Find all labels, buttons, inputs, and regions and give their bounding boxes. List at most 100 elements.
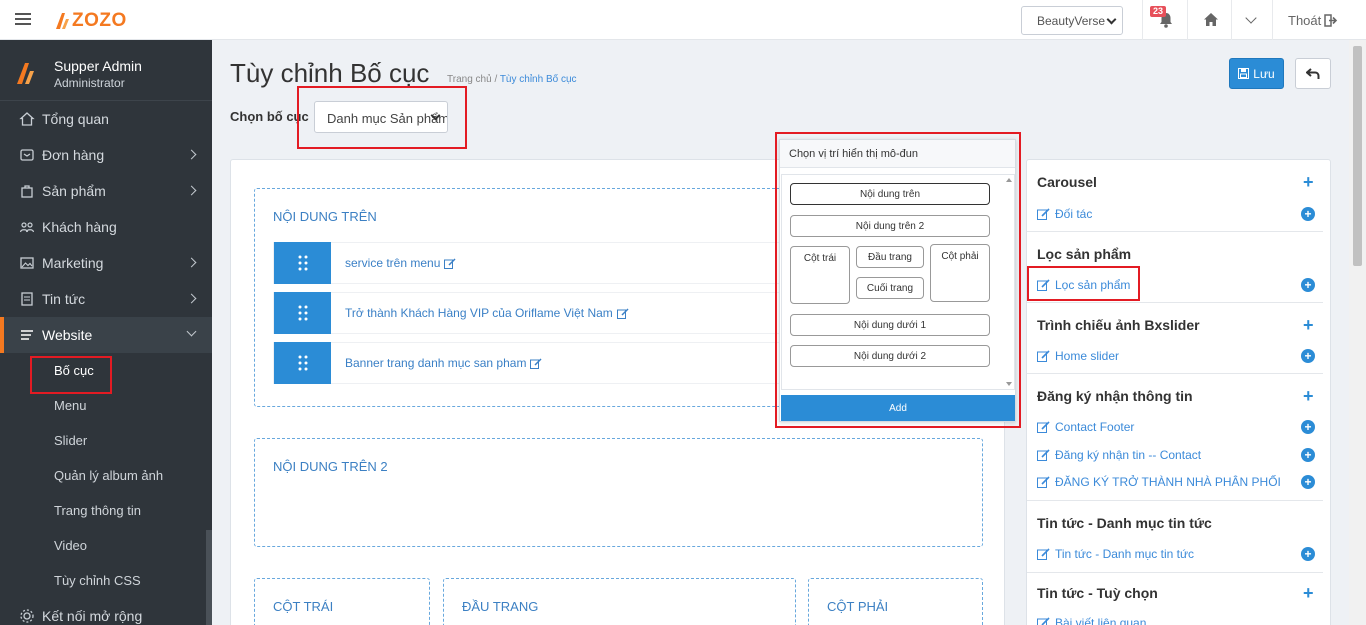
sidebar-item-label: Kết nối mở rộng <box>42 608 143 624</box>
add-circle-icon[interactable]: + <box>1301 207 1315 221</box>
module-group-title: Lọc sản phẩm <box>1037 246 1132 262</box>
page-scrollbar[interactable] <box>1349 40 1366 625</box>
gear-icon <box>20 609 34 623</box>
module-item[interactable]: Home slider <box>1037 349 1119 363</box>
breadcrumb-home[interactable]: Trang chủ <box>447 74 492 85</box>
sidebar-subitem-album[interactable]: Quản lý album ảnh <box>0 458 212 493</box>
sidebar-subitem-video[interactable]: Video <box>0 528 212 563</box>
module-item-label: Đăng ký nhận tin -- Contact <box>1055 448 1202 462</box>
add-circle-icon[interactable]: + <box>1301 448 1315 462</box>
module-group-title: Tin tức - Danh mục tin tức <box>1037 515 1212 531</box>
home-icon[interactable] <box>1203 12 1219 27</box>
sidebar-scrollbar[interactable] <box>206 530 212 625</box>
zone-title: CỘT PHẢI <box>827 599 889 614</box>
logout-button[interactable]: Thoát <box>1288 13 1338 28</box>
sidebar-item-news[interactable]: Tin tức <box>0 281 212 317</box>
module-group-newsletter: Đăng ký nhận thông tin + Contact Footer … <box>1027 374 1323 501</box>
user-name: Supper Admin <box>54 58 142 74</box>
sidebar-item-marketing[interactable]: Marketing <box>0 245 212 281</box>
plus-icon[interactable]: + <box>1303 173 1314 191</box>
breadcrumb: Trang chủ / Tùy chỉnh Bố cục <box>447 74 577 85</box>
edit-icon <box>1037 208 1050 220</box>
chevron-down-icon[interactable] <box>1245 12 1257 24</box>
sidebar-item-label: Đơn hàng <box>42 147 105 163</box>
edit-icon[interactable] <box>444 257 456 269</box>
module-item[interactable]: Contact Footer <box>1037 420 1134 434</box>
sidebar-item-website[interactable]: Website <box>0 317 212 353</box>
module-group-title: Đăng ký nhận thông tin <box>1037 388 1193 404</box>
sidebar-item-customers[interactable]: Khách hàng <box>0 209 212 245</box>
sidebar-subitem-css[interactable]: Tùy chỉnh CSS <box>0 563 212 598</box>
save-label: Lưu <box>1253 66 1275 81</box>
chevron-right-icon <box>186 149 197 160</box>
scrollbar-thumb[interactable] <box>1353 46 1362 266</box>
page-title: Tùy chỉnh Bố cục <box>230 58 430 88</box>
sidebar-item-label: Sản phẩm <box>42 183 106 199</box>
module-item[interactable]: Bài viết liên quan <box>1037 616 1146 625</box>
zone-top-content-2[interactable]: NỘI DUNG TRÊN 2 <box>254 438 983 547</box>
zone-title: CỘT TRÁI <box>273 599 334 614</box>
divider <box>1142 0 1143 40</box>
sidebar-item-overview[interactable]: Tổng quan <box>0 101 212 137</box>
edit-icon[interactable] <box>530 357 542 369</box>
add-circle-icon[interactable]: + <box>1301 475 1315 489</box>
module-group-news-category: Tin tức - Danh mục tin tức Tin tức - Dan… <box>1027 501 1323 573</box>
inbox-icon <box>20 149 34 161</box>
store-select[interactable]: BeautyVerse <box>1021 6 1123 35</box>
drag-handle-icon[interactable] <box>274 342 331 384</box>
user-block: Supper Admin Administrator <box>0 40 212 101</box>
zone-header[interactable]: ĐẦU TRANG <box>443 578 796 625</box>
module-name: Trở thành Khách Hàng VIP của Oriflame Vi… <box>345 306 613 320</box>
edit-icon <box>1037 617 1050 625</box>
module-item-label: Đối tác <box>1055 207 1093 221</box>
plus-icon[interactable]: + <box>1303 316 1314 334</box>
module-item[interactable]: Tin tức - Danh mục tin tức <box>1037 547 1194 561</box>
edit-icon[interactable] <box>616 307 629 319</box>
edit-icon <box>1037 476 1050 488</box>
module-item-label: Bài viết liên quan <box>1055 616 1147 625</box>
sidebar-subitem-slider[interactable]: Slider <box>0 423 212 458</box>
add-circle-icon[interactable]: + <box>1301 547 1315 561</box>
zone-left-column[interactable]: CỘT TRÁI <box>254 578 430 625</box>
hamburger-menu-icon[interactable] <box>15 13 31 27</box>
module-link[interactable]: service trên menu <box>345 256 456 270</box>
zone-right-column[interactable]: CỘT PHẢI <box>808 578 983 625</box>
store-select-value: BeautyVerse <box>1037 14 1106 28</box>
sidebar-item-orders[interactable]: Đơn hàng <box>0 137 212 173</box>
zozo-logo-icon <box>17 63 34 84</box>
bag-icon <box>21 185 33 198</box>
breadcrumb-current[interactable]: Tùy chỉnh Bố cục <box>500 74 577 85</box>
top-bar: ZOZO BeautyVerse 23 Thoát <box>0 0 1366 40</box>
home-icon <box>19 112 35 126</box>
plus-icon[interactable]: + <box>1303 387 1314 405</box>
module-item[interactable]: Đối tác <box>1037 207 1092 221</box>
sidebar-item-label: Tin tức <box>42 291 86 307</box>
module-link[interactable]: Trở thành Khách Hàng VIP của Oriflame Vi… <box>345 306 629 320</box>
module-item[interactable]: Đăng ký nhận tin -- Contact <box>1037 448 1201 462</box>
drag-handle-icon[interactable] <box>274 242 331 284</box>
back-button[interactable] <box>1295 58 1331 89</box>
image-icon <box>20 257 34 269</box>
module-group-news-options: Tin tức - Tuỳ chọn + Bài viết liên quan <box>1027 573 1323 625</box>
module-item[interactable]: ĐĂNG KÝ TRỞ THÀNH NHÀ PHÂN PHỐI <box>1037 475 1281 489</box>
sidebar-subitem-info-page[interactable]: Trang thông tin <box>0 493 212 528</box>
sidebar-item-label: Khách hàng <box>42 219 117 235</box>
sidebar-item-label: Marketing <box>42 255 104 271</box>
module-item-label: Home slider <box>1055 349 1120 363</box>
drag-handle-icon[interactable] <box>274 292 331 334</box>
plus-icon[interactable]: + <box>1303 584 1314 602</box>
chevron-right-icon <box>186 293 197 304</box>
sidebar: Supper Admin Administrator Tổng quan Đơn… <box>0 40 212 625</box>
chevron-right-icon <box>186 257 197 268</box>
add-circle-icon[interactable]: + <box>1301 349 1315 363</box>
divider <box>1272 0 1273 40</box>
module-group-title: Trình chiếu ảnh Bxslider <box>1037 317 1200 333</box>
add-circle-icon[interactable]: + <box>1301 420 1315 434</box>
module-group-title: Tin tức - Tuỳ chọn <box>1037 585 1158 601</box>
sidebar-item-extensions[interactable]: Kết nối mở rộng <box>0 598 212 625</box>
sidebar-item-products[interactable]: Sản phẩm <box>0 173 212 209</box>
module-link[interactable]: Banner trang danh mục san pham <box>345 356 542 370</box>
add-circle-icon[interactable]: + <box>1301 278 1315 292</box>
save-button[interactable]: Lưu <box>1229 58 1284 89</box>
brand-logo[interactable]: ZOZO <box>54 9 127 33</box>
